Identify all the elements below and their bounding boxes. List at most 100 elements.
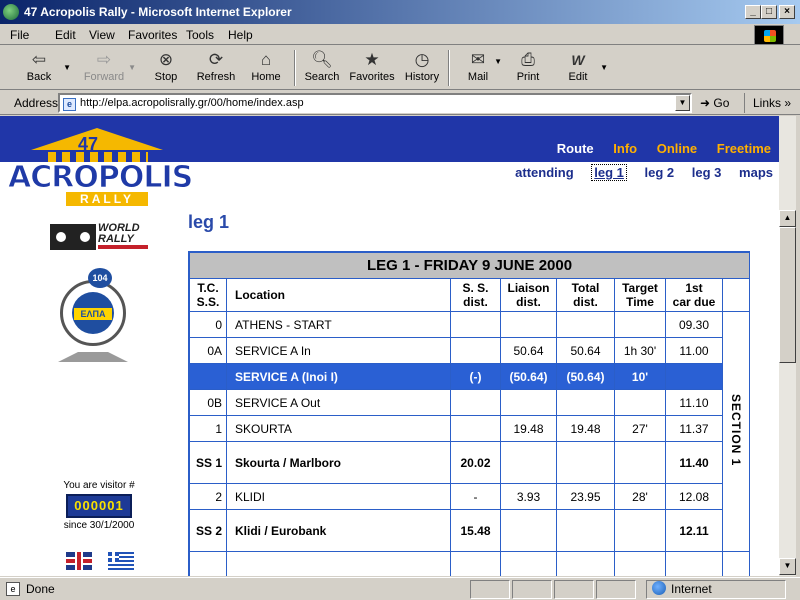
table-row-highlight: SERVICE A (Inoi I) (-) (50.64) (50.64) 1… xyxy=(189,363,750,390)
zone-label: Internet xyxy=(671,582,712,596)
windows-logo-icon xyxy=(754,25,784,45)
toolbar-separator xyxy=(448,50,450,86)
top-nav: Route Info Online Freetime xyxy=(541,141,771,156)
edit-button[interactable]: W Edit ▼ xyxy=(552,49,608,89)
greek-flag-icon[interactable] xyxy=(108,552,134,570)
status-pane xyxy=(470,580,510,599)
ie-globe-icon xyxy=(3,4,19,20)
menu-help[interactable]: Help xyxy=(228,28,253,42)
nav-attending[interactable]: attending xyxy=(515,165,574,180)
leg-schedule-table: LEG 1 - FRIDAY 9 JUNE 2000 T.C. S.S. Loca… xyxy=(188,251,751,576)
section-label: SECTION 1 xyxy=(729,393,744,467)
nav-leg-2[interactable]: leg 2 xyxy=(645,165,675,180)
status-pane xyxy=(596,580,636,599)
menu-bar: File Edit View Favorites Tools Help xyxy=(0,24,800,45)
search-button[interactable]: 🔍︎ Search xyxy=(296,49,348,89)
logo-rally: RALLY xyxy=(66,192,148,206)
maximize-button[interactable]: □ xyxy=(761,5,777,19)
col-first-due: 1st car due xyxy=(665,278,723,312)
stop-button[interactable]: ⊗ Stop xyxy=(140,49,192,89)
forward-button[interactable]: ⇨ Forward ▼ xyxy=(78,49,136,89)
standard-toolbar: ⇦ Back ▼ ⇨ Forward ▼ ⊗ Stop ⟳ Refresh ⌂ … xyxy=(0,46,800,90)
col-target: Target Time xyxy=(614,278,666,312)
scroll-up-button[interactable]: ▲ xyxy=(779,210,796,227)
zone-pane xyxy=(646,580,786,599)
address-url: http://elpa.acropolisrally.gr/00/home/in… xyxy=(80,97,304,109)
go-button[interactable]: ➜ Go xyxy=(700,96,729,110)
elpa-logo[interactable]: ΕΛΠΑ 104 xyxy=(52,268,134,362)
scroll-down-button[interactable]: ▼ xyxy=(779,558,796,575)
address-input[interactable]: e http://elpa.acropolisrally.gr/00/home/… xyxy=(58,93,692,113)
menu-view[interactable]: View xyxy=(89,28,115,42)
nav-online[interactable]: Online xyxy=(657,141,697,156)
minimize-button[interactable]: _ xyxy=(745,5,761,19)
visitor-since: since 30/1/2000 xyxy=(63,520,135,531)
visitor-count: 000001 xyxy=(66,494,132,518)
elpa-wings xyxy=(58,342,128,362)
internet-zone-icon xyxy=(652,581,666,595)
print-button[interactable]: ⎙ Print xyxy=(502,49,554,89)
col-location: Location xyxy=(226,278,451,312)
col-section xyxy=(721,278,751,312)
table-row: 2 KLIDI - 3.93 23.95 28' 12.08 xyxy=(189,483,750,510)
nav-maps[interactable]: maps xyxy=(739,165,773,180)
status-pane xyxy=(512,580,552,599)
table-row-partial xyxy=(189,551,751,576)
back-button[interactable]: ⇦ Back ▼ xyxy=(13,49,71,89)
back-dropdown-icon[interactable]: ▼ xyxy=(63,63,71,72)
history-button[interactable]: ◷ History xyxy=(396,49,448,89)
scroll-thumb[interactable] xyxy=(779,227,796,363)
forward-dropdown-icon[interactable]: ▼ xyxy=(128,63,136,72)
table-header-row: T.C. S.S. Location S. S. dist. Liaison dist… xyxy=(189,278,751,312)
logo-word: ACROPOLIS xyxy=(7,160,193,196)
menu-file[interactable]: File xyxy=(10,28,29,42)
table-row: 0 ATHENS - START 09.30 SECTION 1 xyxy=(189,311,751,552)
col-total: Total dist. xyxy=(556,278,615,312)
favorites-button[interactable]: ★ Favorites xyxy=(346,49,398,89)
fia-world-rally-logo[interactable]: WORLD RALLY xyxy=(50,222,150,252)
acropolis-rally-logo[interactable]: 47 ACROPOLIS RALLY xyxy=(7,126,194,206)
address-label: Address xyxy=(14,96,59,110)
back-arrow-icon: ⇦ xyxy=(31,50,47,69)
history-icon: ◷ xyxy=(414,50,430,69)
table-row-stage: SS 2 Klidi / Eurobank 15.48 12.11 xyxy=(189,509,750,552)
nav-leg-1[interactable]: leg 1 xyxy=(591,164,627,181)
english-flag-icon[interactable] xyxy=(66,552,92,570)
elpa-badge: 104 xyxy=(88,268,112,288)
col-tc-ss: T.C. S.S. xyxy=(189,278,227,312)
nav-freetime[interactable]: Freetime xyxy=(717,141,771,156)
menu-edit[interactable]: Edit xyxy=(55,28,76,42)
refresh-button[interactable]: ⟳ Refresh xyxy=(190,49,242,89)
address-bar: Address e http://elpa.acropolisrally.gr/… xyxy=(0,91,800,115)
home-button[interactable]: ⌂ Home xyxy=(240,49,292,89)
favorites-folder-icon: ★ xyxy=(364,50,380,69)
edit-dropdown-icon[interactable]: ▼ xyxy=(600,63,608,72)
table-caption-row: LEG 1 - FRIDAY 9 JUNE 2000 xyxy=(188,252,751,279)
links-button[interactable]: Links » xyxy=(744,93,795,113)
nav-route[interactable]: Route xyxy=(557,141,594,156)
refresh-icon: ⟳ xyxy=(208,50,224,69)
status-text: Done xyxy=(26,582,55,596)
mail-button[interactable]: ✉ Mail ▼ xyxy=(452,49,504,89)
print-icon: ⎙ xyxy=(521,50,535,69)
table-row: 1 SKOURTA 19.48 19.48 27' 11.37 xyxy=(189,415,750,442)
status-bar: e Done Internet xyxy=(0,577,800,600)
window-title: 47 Acropolis Rally - Microsoft Internet … xyxy=(24,5,292,19)
menu-favorites[interactable]: Favorites xyxy=(128,28,177,42)
leg-nav: attending leg 1 leg 2 leg 3 maps xyxy=(501,164,773,181)
page-viewport: Route Info Online Freetime 47 ACROPOLIS … xyxy=(0,116,779,576)
close-button[interactable]: × xyxy=(779,5,795,19)
table-row-stage: SS 1 Skourta / Marlboro 20.02 11.40 xyxy=(189,441,750,484)
address-dropdown-icon[interactable]: ▼ xyxy=(675,95,690,111)
language-flags xyxy=(66,552,146,572)
vertical-scrollbar[interactable]: ▲ ▼ xyxy=(779,116,796,576)
page-title: leg 1 xyxy=(188,212,230,232)
mail-dropdown-icon[interactable]: ▼ xyxy=(494,57,502,66)
fia-block xyxy=(50,224,96,250)
forward-arrow-icon: ⇨ xyxy=(96,50,112,69)
menu-tools[interactable]: Tools xyxy=(186,28,214,42)
elpa-label: ΕΛΠΑ xyxy=(74,308,112,320)
nav-info[interactable]: Info xyxy=(613,141,637,156)
nav-leg-3[interactable]: leg 3 xyxy=(692,165,722,180)
table-row: 0B SERVICE A Out 11.10 xyxy=(189,389,750,416)
